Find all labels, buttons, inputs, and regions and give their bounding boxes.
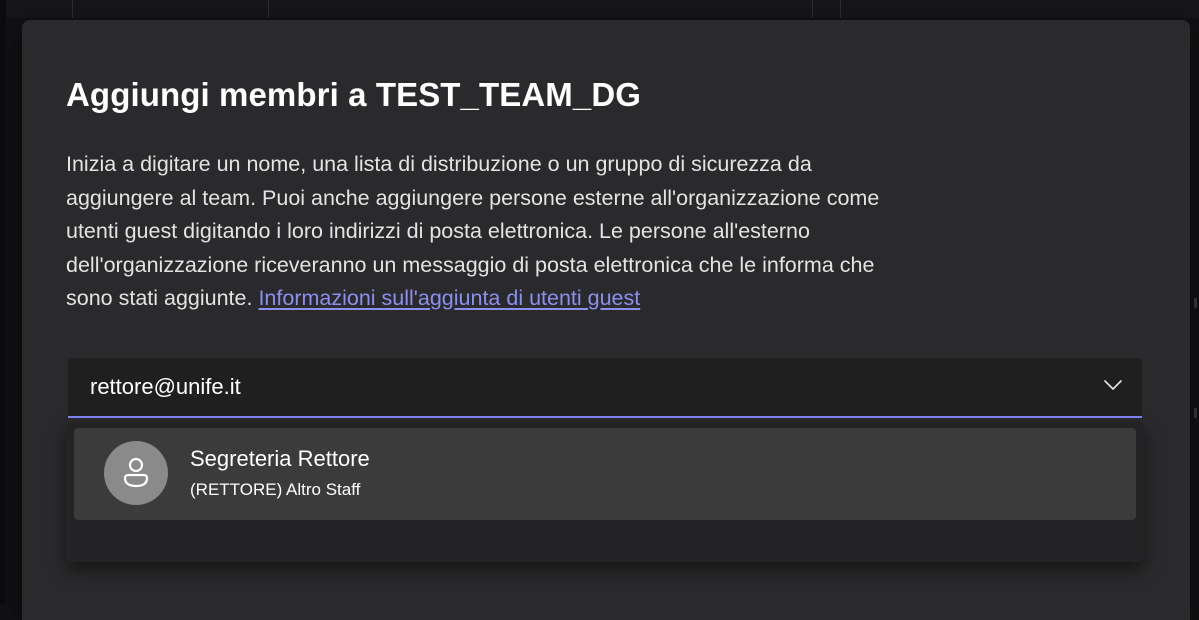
person-icon — [123, 457, 149, 488]
suggestions-dropdown: Segreteria Rettore (RETTORE) Altro Staff — [66, 422, 1144, 562]
app-divider — [812, 0, 813, 18]
dialog-title: Aggiungi membri a TEST_TEAM_DG — [66, 76, 642, 113]
people-picker-input[interactable] — [90, 358, 1050, 416]
dialog-description: Inizia a digitare un nome, una lista di … — [66, 148, 1126, 316]
app-side-glyph — [1194, 408, 1197, 418]
suggestion-subtitle: (RETTORE) Altro Staff — [190, 480, 361, 499]
chevron-down-icon[interactable] — [1102, 374, 1124, 396]
app-divider — [840, 0, 841, 18]
people-picker[interactable] — [68, 358, 1142, 418]
suggestion-item[interactable]: Segreteria Rettore (RETTORE) Altro Staff — [74, 428, 1136, 520]
app-top-bar — [0, 0, 1199, 18]
description-line-last: sono stati aggiunte. Informazioni sull'a… — [66, 282, 1126, 316]
avatar — [104, 441, 168, 505]
app-left-edge — [0, 0, 6, 604]
guest-users-info-link[interactable]: Informazioni sull'aggiunta di utenti gue… — [258, 286, 640, 310]
description-line: aggiungere al team. Puoi anche aggiunger… — [66, 185, 880, 210]
description-line: sono stati aggiunte. — [66, 286, 253, 310]
app-side-glyph — [1194, 298, 1197, 308]
app-divider — [72, 0, 73, 18]
add-members-dialog: Aggiungi membri a TEST_TEAM_DG Inizia a … — [22, 20, 1190, 620]
description-line: Inizia a digitare un nome, una lista di … — [66, 152, 812, 176]
description-line: utenti guest digitando i loro indirizzi … — [66, 219, 810, 243]
suggestion-name: Segreteria Rettore — [190, 446, 370, 471]
app-divider — [268, 0, 269, 18]
description-line: dell'organizzazione riceveranno un messa… — [66, 252, 875, 277]
